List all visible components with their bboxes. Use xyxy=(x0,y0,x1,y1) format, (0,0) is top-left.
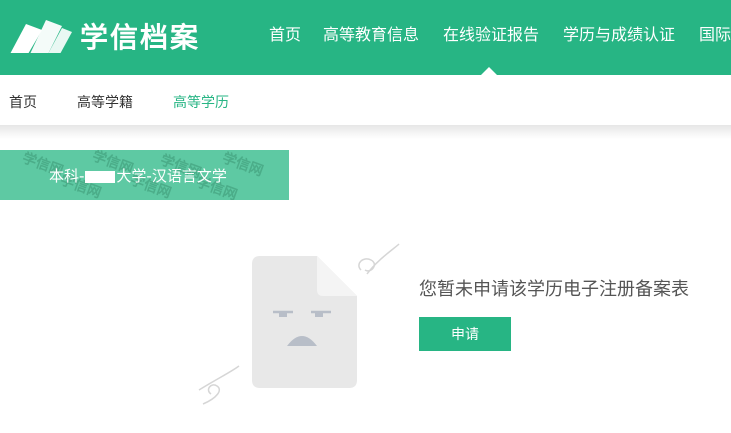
nav-item-degree-grade-certification[interactable]: 学历与成绩认证 xyxy=(563,24,675,46)
degree-label: 本科- 大学-汉语言文学 xyxy=(49,165,227,186)
book-logo-icon[interactable] xyxy=(8,16,74,56)
degree-tab[interactable]: 学信网 学信网 学信网 学信网 学信网 学信网 学信网 本科- 大学-汉语言文学 xyxy=(0,150,289,200)
nav-item-international[interactable]: 国际 xyxy=(699,24,731,46)
subnav-item-home[interactable]: 首页 xyxy=(9,92,37,112)
apply-button[interactable]: 申请 xyxy=(419,317,511,351)
degree-school-major: 大学-汉语言文学 xyxy=(116,167,227,185)
subnav-item-degree[interactable]: 高等学历 xyxy=(173,92,229,112)
divider-band xyxy=(0,125,731,139)
active-nav-caret xyxy=(481,67,497,75)
empty-document-illustration xyxy=(198,243,400,405)
nav-item-higher-education-info[interactable]: 高等教育信息 xyxy=(323,24,419,46)
degree-level: 本科- xyxy=(49,167,85,185)
nav-item-online-verification-report[interactable]: 在线验证报告 xyxy=(443,24,539,46)
nav-item-home[interactable]: 首页 xyxy=(269,24,301,46)
sub-nav: 首页 高等学籍 高等学历 xyxy=(0,75,731,125)
empty-state-message: 您暂未申请该学历电子注册备案表 xyxy=(419,279,689,300)
subnav-item-student-status[interactable]: 高等学籍 xyxy=(77,92,133,112)
brand-title[interactable]: 学信档案 xyxy=(80,18,200,58)
top-header: 学信档案 首页 高等教育信息 在线验证报告 学历与成绩认证 国际 xyxy=(0,0,731,75)
redacted-school-name xyxy=(85,170,116,183)
